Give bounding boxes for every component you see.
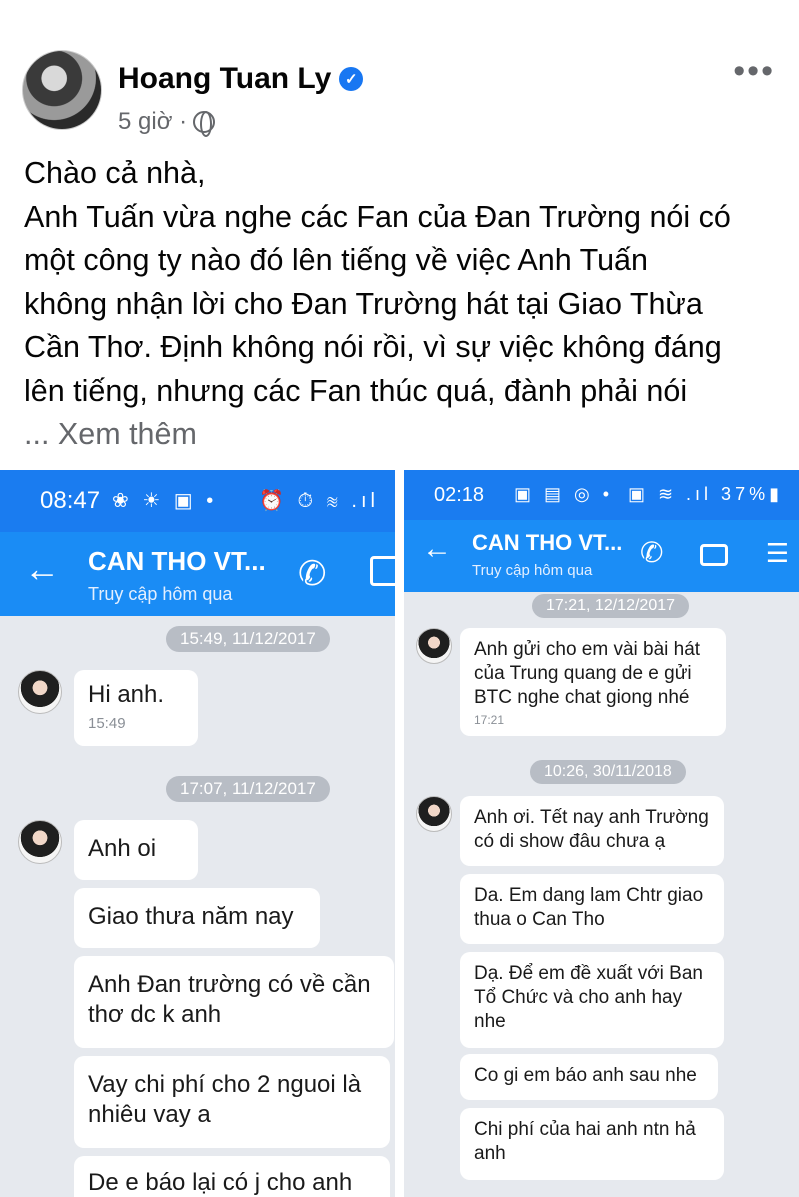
message-bubble[interactable]: De e báo lại có j cho anh (74, 1156, 390, 1197)
post-body: Chào cả nhà, Anh Tuấn vừa nghe các Fan c… (24, 152, 784, 457)
date-separator: 15:49, 11/12/2017 (166, 626, 330, 652)
message-bubble[interactable]: Hi anh. 15:49 (74, 670, 198, 746)
system-icons: ▣ ≋ .ıl 37%▮ (627, 484, 783, 504)
message-bubble[interactable]: Anh gửi cho em vài bài hát của Trung qua… (460, 628, 726, 736)
back-arrow-icon[interactable]: ← (422, 532, 452, 566)
contact-avatar[interactable] (18, 670, 62, 714)
contact-name[interactable]: CAN THO VT... (472, 530, 622, 556)
post-line: Anh Tuấn vừa nghe các Fan của Đan Trường… (24, 199, 731, 234)
post-line: lên tiếng, nhưng các Fan thúc quá, đành … (24, 373, 688, 408)
message-bubble[interactable]: Giao thưa năm nay (74, 888, 320, 948)
phone-icon[interactable]: ✆ (298, 554, 327, 594)
date-separator: 17:07, 11/12/2017 (166, 776, 330, 802)
contact-avatar[interactable] (18, 820, 62, 864)
post-meta: 5 giờ · (118, 108, 216, 137)
author-avatar[interactable] (22, 50, 102, 130)
message-bubble[interactable]: Co gi em báo anh sau nhe (460, 1054, 718, 1100)
message-bubble[interactable]: Anh oi (74, 820, 198, 880)
verified-badge-icon: ✓ (339, 67, 364, 91)
post-line: Chào cả nhà, (24, 156, 206, 190)
message-text: Anh Đan trường có về cần thơ dc k anh (88, 971, 371, 1028)
contact-avatar[interactable] (416, 628, 452, 664)
chat-screenshot-left[interactable]: 08:47 ❀ ☀ ▣ • ⏰ ⏱ ≋ .ıl ← CAN THO VT... … (0, 470, 395, 1197)
contact-avatar[interactable] (416, 796, 452, 832)
message-text: Chi phí của hai anh ntn hả anh (474, 1119, 696, 1164)
message-text: Da. Em dang lam Chtr giao thua o Can Tho (474, 885, 704, 930)
message-time: 17:21 (474, 713, 505, 727)
post-header: Hoang Tuan Ly ✓ 5 giờ · ••• (0, 0, 799, 150)
message-bubble[interactable]: Chi phí của hai anh ntn hả anh (460, 1108, 724, 1180)
post-time[interactable]: 5 giờ · (118, 108, 187, 136)
message-bubble[interactable]: Vay chi phí cho 2 nguoi là nhiêu vay a (74, 1056, 390, 1148)
author-name-row: Hoang Tuan Ly ✓ (118, 62, 364, 96)
back-arrow-icon[interactable]: ← (24, 548, 60, 590)
message-text: Anh gửi cho em vài bài hát của Trung qua… (474, 639, 701, 708)
message-text: Vay chi phí cho 2 nguoi là nhiêu vay a (88, 1071, 362, 1128)
status-bar: 02:18 ▣ ▤ ◎ • ▣ ≋ .ıl 37%▮ (404, 470, 799, 520)
message-text: Dạ. Để em đề xuất với Ban Tổ Chức và cho… (474, 963, 703, 1032)
date-separator: 17:21, 12/12/2017 (532, 594, 690, 618)
author-name[interactable]: Hoang Tuan Ly (118, 62, 331, 96)
message-text: Giao thưa năm nay (88, 903, 294, 930)
status-time: 08:47 (40, 487, 101, 514)
chat-header: ← CAN THO VT... Truy cập hôm qua ✆ (0, 532, 395, 616)
message-bubble[interactable]: Anh ơi. Tết nay anh Trường có di show đâ… (460, 796, 724, 866)
menu-icon[interactable]: ☰ (766, 538, 789, 569)
message-bubble[interactable]: Anh Đan trường có về cần thơ dc k anh (74, 956, 394, 1048)
message-time: 15:49 (88, 715, 126, 732)
notification-icons: ❀ ☀ ▣ • (112, 490, 218, 512)
chat-header: ← CAN THO VT... Truy cập hôm qua ✆ ☰ (404, 520, 799, 592)
see-more-link[interactable]: ... Xem thêm (24, 413, 784, 457)
date-separator: 10:26, 30/11/2018 (530, 760, 686, 784)
more-options-icon[interactable]: ••• (733, 52, 775, 91)
post-line: Cần Thơ. Định không nói rồi, vì sự việc … (24, 330, 722, 364)
video-call-icon[interactable] (700, 544, 728, 566)
message-text: Co gi em báo anh sau nhe (474, 1065, 697, 1086)
video-call-icon[interactable] (370, 556, 395, 586)
notification-icons: ▣ ▤ ◎ • (514, 484, 614, 504)
post-line: một công ty nào đó lên tiếng về việc Anh… (24, 243, 648, 277)
message-text: De e báo lại có j cho anh (88, 1169, 353, 1196)
chat-screenshot-right[interactable]: 02:18 ▣ ▤ ◎ • ▣ ≋ .ıl 37%▮ ← CAN THO VT.… (404, 470, 799, 1197)
message-text: Anh ơi. Tết nay anh Trường có di show đâ… (474, 807, 709, 852)
message-text: Hi anh. (88, 681, 165, 708)
status-time: 02:18 (434, 484, 485, 506)
contact-name[interactable]: CAN THO VT... (88, 546, 266, 577)
message-bubble[interactable]: Da. Em dang lam Chtr giao thua o Can Tho (460, 874, 724, 944)
last-seen: Truy cập hôm qua (88, 584, 233, 604)
message-bubble[interactable]: Dạ. Để em đề xuất với Ban Tổ Chức và cho… (460, 952, 724, 1048)
globe-icon (193, 111, 216, 137)
system-icons: ⏰ ⏱ ≋ .ıl (258, 490, 379, 512)
last-seen: Truy cập hôm qua (472, 562, 593, 579)
status-bar: 08:47 ❀ ☀ ▣ • ⏰ ⏱ ≋ .ıl (0, 470, 395, 532)
message-text: Anh oi (88, 835, 157, 862)
phone-icon[interactable]: ✆ (640, 536, 663, 569)
post-line: không nhận lời cho Đan Trường hát tại Gi… (24, 286, 703, 321)
